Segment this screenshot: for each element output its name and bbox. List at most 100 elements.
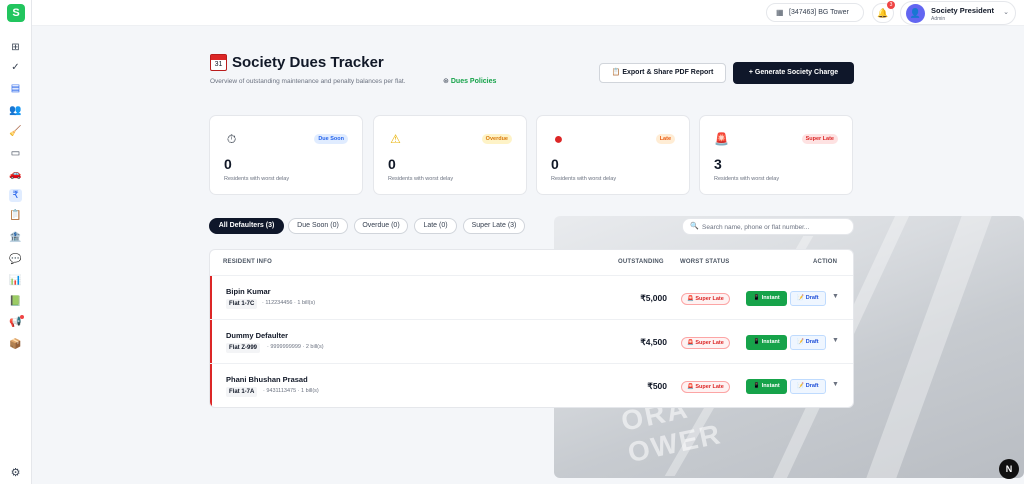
bank-icon[interactable]: 🏦 xyxy=(9,231,22,244)
stat-card-super-late[interactable]: 🚨 Super Late 3 Residents with worst dela… xyxy=(699,115,853,195)
flat-badge: Flat Z-999 xyxy=(226,343,261,353)
draft-button[interactable]: 📝 Draft xyxy=(790,291,826,306)
resident-name: Bipin Kumar xyxy=(226,287,271,296)
instant-label: Instant xyxy=(761,383,780,389)
dues-policies-link[interactable]: ⊛ Dues Policies xyxy=(443,77,496,85)
status-label: Super Late xyxy=(695,296,724,302)
outstanding-amount: ₹500 xyxy=(647,381,667,391)
red-circle-icon: ● xyxy=(553,131,564,148)
card-description: Residents with worst delay xyxy=(388,176,454,182)
monitor-icon[interactable]: ▭ xyxy=(9,147,22,160)
expand-row-icon[interactable]: ▼ xyxy=(832,293,839,300)
id-card-icon[interactable]: ▤ xyxy=(9,82,22,95)
instant-button[interactable]: 📱 Instant xyxy=(746,379,787,394)
card-description: Residents with worst delay xyxy=(714,176,780,182)
outstanding-amount: ₹4,500 xyxy=(640,337,667,347)
package-icon[interactable]: 📦 xyxy=(9,338,22,351)
generate-charge-button[interactable]: + Generate Society Charge xyxy=(733,62,854,84)
settings-icon[interactable]: ⚙ xyxy=(9,467,22,480)
stat-card-late[interactable]: ● Late 0 Residents with worst delay xyxy=(536,115,690,195)
expand-row-icon[interactable]: ▼ xyxy=(832,381,839,388)
card-value: 0 xyxy=(388,156,396,172)
info-icon: ⊛ xyxy=(443,78,449,85)
users-icon[interactable]: 👥 xyxy=(9,104,22,117)
chat-icon[interactable]: 💬 xyxy=(9,253,22,266)
megaphone-icon[interactable]: 📢 xyxy=(9,315,24,329)
car-icon[interactable]: 🚗 xyxy=(9,168,22,181)
user-role: Admin xyxy=(931,16,946,22)
report-icon[interactable]: 📗 xyxy=(9,295,22,308)
tab-late[interactable]: Late (0) xyxy=(414,218,457,234)
tab-all-defaulters[interactable]: All Defaulters (3) xyxy=(209,218,284,234)
draft-label: Draft xyxy=(805,383,819,389)
avatar: 👤 xyxy=(906,4,925,23)
warning-icon: ⚠ xyxy=(390,132,401,146)
tab-super-late[interactable]: Super Late (3) xyxy=(463,218,525,234)
chart-icon[interactable]: 📊 xyxy=(9,274,22,287)
ledger-icon[interactable]: ₹ xyxy=(9,189,22,202)
table-header: RESIDENT INFO OUTSTANDING WORST STATUS A… xyxy=(210,250,853,276)
card-description: Residents with worst delay xyxy=(551,176,617,182)
card-value: 0 xyxy=(551,156,559,172)
siren-icon: 🚨 xyxy=(714,132,729,146)
col-outstanding: OUTSTANDING xyxy=(618,259,664,265)
clipboard-icon: 📋 xyxy=(611,69,623,76)
sidebar: S ⊞ ✓ ▤ 👥 🧹 ▭ 🚗 ₹ 📋 🏦 💬 📊 📗 📢 📦 ⚙ xyxy=(0,0,32,484)
broom-icon[interactable]: 🧹 xyxy=(9,125,22,138)
col-resident-info: RESIDENT INFO xyxy=(223,259,272,265)
check-icon[interactable]: ✓ xyxy=(9,61,22,74)
clipboard-icon[interactable]: 📋 xyxy=(9,209,22,222)
table-row[interactable]: Phani Bhushan Prasad Flat 1-7A · 9431113… xyxy=(210,364,853,407)
draft-label: Draft xyxy=(805,295,819,301)
megaphone-glyph: 📢 xyxy=(9,317,22,328)
status-badge: 🚨 Super Late xyxy=(681,337,730,349)
dashboard-icon[interactable]: ⊞ xyxy=(9,41,22,54)
dues-policies-label: Dues Policies xyxy=(450,78,497,85)
card-value: 0 xyxy=(224,156,232,172)
notifications-button[interactable]: 🔔 3 xyxy=(872,1,895,23)
instant-label: Instant xyxy=(761,339,780,345)
building-icon: ▦ xyxy=(776,8,784,17)
instant-button[interactable]: 📱 Instant xyxy=(746,291,787,306)
flat-badge: Flat 1-7A xyxy=(226,387,258,397)
app-logo[interactable]: S xyxy=(7,4,25,22)
stat-card-overdue[interactable]: ⚠ Overdue 0 Residents with worst delay xyxy=(373,115,527,195)
instant-button[interactable]: 📱 Instant xyxy=(746,335,787,350)
defaulters-table: RESIDENT INFO OUTSTANDING WORST STATUS A… xyxy=(209,249,854,408)
notification-dot xyxy=(20,315,24,319)
status-badge: Due Soon xyxy=(314,134,348,144)
stopwatch-icon: ⏱ xyxy=(226,132,237,146)
notification-badge: 3 xyxy=(887,1,895,9)
resident-meta: · 9999999999 · 2 bill(s) xyxy=(267,344,324,350)
col-worst-status: WORST STATUS xyxy=(680,259,730,265)
resident-meta: · 112234456 · 1 bill(s) xyxy=(262,300,316,306)
search-icon: 🔍 xyxy=(690,223,699,230)
calendar-icon: 31 xyxy=(210,54,227,71)
user-menu[interactable]: 👤 Society President Admin ⌄ xyxy=(900,1,1016,25)
status-badge: 🚨 Super Late xyxy=(681,381,730,393)
draft-button[interactable]: 📝 Draft xyxy=(790,379,826,394)
stat-card-due-soon[interactable]: ⏱ Due Soon 0 Residents with worst delay xyxy=(209,115,363,195)
export-label: Export & Share PDF Report xyxy=(622,69,714,76)
society-selector[interactable]: ▦ [347463] BG Tower xyxy=(766,3,864,22)
status-badge: Super Late xyxy=(801,134,838,144)
draft-label: Draft xyxy=(805,339,819,345)
chevron-down-icon: ⌄ xyxy=(1003,9,1009,16)
page-subtitle: Overview of outstanding maintenance and … xyxy=(210,78,406,85)
search-input[interactable] xyxy=(702,221,847,233)
status-badge: 🚨 Super Late xyxy=(681,293,730,305)
expand-row-icon[interactable]: ▼ xyxy=(832,337,839,344)
status-label: Super Late xyxy=(695,384,724,390)
tab-due-soon[interactable]: Due Soon (0) xyxy=(288,218,348,234)
society-name: [347463] BG Tower xyxy=(789,9,849,16)
dev-tools-badge[interactable]: N xyxy=(999,459,1019,479)
outstanding-amount: ₹5,000 xyxy=(640,293,667,303)
topbar: ▦ [347463] BG Tower 🔔 3 👤 Society Presid… xyxy=(32,0,1024,26)
table-row[interactable]: Dummy Defaulter Flat Z-999 · 9999999999 … xyxy=(210,320,853,364)
draft-button[interactable]: 📝 Draft xyxy=(790,335,826,350)
resident-meta: · 9431113475 · 1 bill(s) xyxy=(263,388,319,394)
status-badge: Late xyxy=(655,134,675,144)
table-row[interactable]: Bipin Kumar Flat 1-7C · 112234456 · 1 bi… xyxy=(210,276,853,320)
export-pdf-button[interactable]: 📋 Export & Share PDF Report xyxy=(599,63,726,83)
tab-overdue[interactable]: Overdue (0) xyxy=(354,218,408,234)
